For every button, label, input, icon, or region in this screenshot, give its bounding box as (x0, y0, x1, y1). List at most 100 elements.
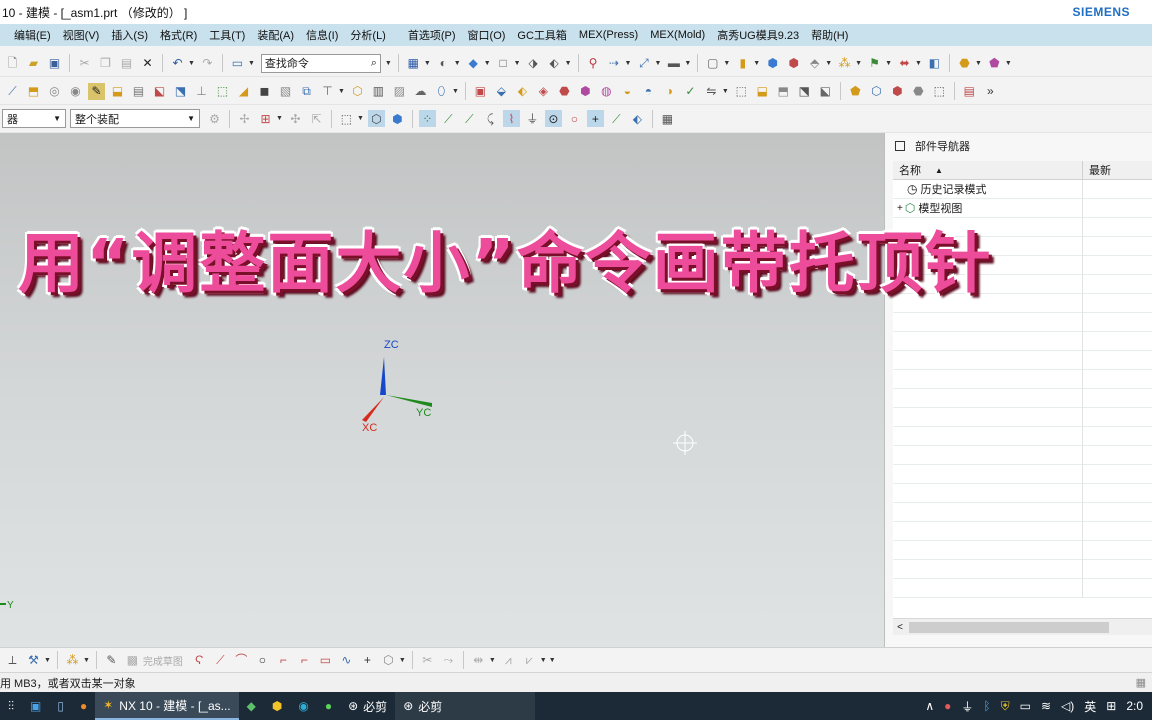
move-icon[interactable]: ⬌ (896, 55, 913, 72)
taskbar-browser-icon[interactable]: ◆ (239, 692, 264, 720)
menu-insert[interactable]: 插入(S) (105, 27, 154, 43)
snap-settings-icon[interactable]: ▦ (659, 110, 676, 127)
chevron-down-icon[interactable]: ▼ (825, 60, 832, 67)
window-icon[interactable]: ▭ (229, 55, 246, 72)
menu-window[interactable]: 窗口(O) (462, 27, 512, 43)
profile-icon[interactable]: Ϛ (191, 652, 208, 669)
grid-icon[interactable]: ▤ (130, 83, 147, 100)
arc-center-icon[interactable]: ⏚ (524, 110, 541, 127)
clock[interactable]: 2:0 (1126, 699, 1143, 713)
chevron-down-icon[interactable]: ▼ (540, 657, 547, 664)
label-icon[interactable]: ⬔ (796, 83, 813, 100)
slot-icon[interactable]: ⬔ (172, 83, 189, 100)
wifi-icon[interactable]: ≋ (1041, 699, 1051, 713)
new-file-icon[interactable]: 🗋 (4, 55, 21, 72)
sketch-task-icon[interactable]: ✎ (103, 652, 120, 669)
taskbar-phone-icon[interactable]: ▯ (49, 692, 72, 720)
constraint-nav-icon[interactable]: ⚒ (25, 652, 42, 669)
chamfer-sketch-icon[interactable]: ⌐ (296, 652, 313, 669)
menu-tools[interactable]: 工具(T) (203, 27, 251, 43)
chevron-down-icon[interactable]: ▼ (723, 60, 730, 67)
sew-icon[interactable]: ☁ (412, 83, 429, 100)
explode-icon[interactable]: ◧ (926, 55, 943, 72)
extrude-icon[interactable]: ⬒ (25, 83, 42, 100)
column-name[interactable]: 名称 ▲ (893, 161, 1083, 179)
view-orient-icon[interactable]: ◆ (465, 55, 482, 72)
mold-base-icon[interactable]: ⬟ (847, 83, 864, 100)
geometric-constraint-icon[interactable]: ⩘ (500, 652, 517, 669)
block-icon[interactable]: ▮ (734, 55, 751, 72)
chevron-down-icon[interactable]: ▼ (625, 60, 632, 67)
snap-filter-icon[interactable]: ⊞ (257, 110, 274, 127)
chamfer-icon[interactable]: ◢ (235, 83, 252, 100)
menu-gc-toolkit[interactable]: GC工具箱 (511, 27, 573, 43)
center-snap-icon[interactable]: ⊙ (544, 110, 562, 127)
component-icon[interactable]: ⁂ (836, 55, 853, 72)
point-sketch-icon[interactable]: + (359, 652, 376, 669)
point-icon[interactable]: ◈ (535, 83, 552, 100)
chevron-down-icon[interactable]: ▼ (975, 60, 982, 67)
measure-icon[interactable]: ⤢ (635, 55, 652, 72)
navigator-hscrollbar[interactable]: < (893, 618, 1152, 635)
sheet-icon[interactable]: ▢ (704, 55, 721, 72)
save-icon[interactable]: ▣ (46, 55, 63, 72)
replace-face-icon[interactable]: ⬢ (577, 83, 594, 100)
arc-icon[interactable]: ⌒ (233, 652, 250, 669)
point-on-curve-icon[interactable]: ⟋ (608, 110, 625, 127)
tray-record-icon[interactable]: ● (944, 699, 951, 713)
chevron-down-icon[interactable]: ▼ (885, 60, 892, 67)
groove-icon[interactable]: ⊥ (193, 83, 210, 100)
datum-axis-icon[interactable]: ⬙ (493, 83, 510, 100)
rectangle-icon[interactable]: ▭ (317, 652, 334, 669)
status-settings-icon[interactable]: ▦ (1136, 676, 1146, 689)
menu-help[interactable]: 帮助(H) (805, 27, 854, 43)
chevron-down-icon[interactable]: ▼ (855, 60, 862, 67)
extend-icon[interactable]: ⤳ (440, 652, 457, 669)
taskbar-nx-app[interactable]: ✶ NX 10 - 建模 - [_as... (95, 692, 239, 720)
solid-icon[interactable]: ⬢ (764, 55, 781, 72)
delete-icon[interactable]: ✕ (139, 55, 156, 72)
chevron-down-icon[interactable]: ▼ (248, 60, 255, 67)
component-filter-icon[interactable]: ⚙ (206, 110, 223, 127)
point-filter-icon[interactable]: ✢ (236, 110, 253, 127)
control-point-icon[interactable]: ⟋ (461, 110, 478, 127)
security-icon[interactable]: ⛨ (1001, 699, 1010, 714)
datum-plane-icon[interactable]: ▣ (472, 83, 489, 100)
paste-face-icon[interactable]: ⬒ (775, 83, 792, 100)
task-view-icon[interactable]: ⫶⫶ (0, 692, 22, 720)
chevron-down-icon[interactable]: ▼ (424, 60, 431, 67)
auto-constraint-icon[interactable]: ⩗ (521, 652, 538, 669)
chevron-down-icon[interactable]: ▼ (753, 60, 760, 67)
pull-face-icon[interactable]: ✓ (682, 83, 699, 100)
endpoint-snap-icon[interactable]: ⁘ (418, 110, 436, 127)
select-filter-icon[interactable]: ⇢ (606, 55, 623, 72)
face-icon[interactable]: ⬣ (556, 83, 573, 100)
undo-icon[interactable]: ↶ (169, 55, 186, 72)
blend-icon[interactable]: ◼ (256, 83, 273, 100)
ruler-icon[interactable]: ▬ (665, 55, 682, 72)
column-latest[interactable]: 最新 (1083, 161, 1111, 179)
redo-icon[interactable]: ↷ (199, 55, 216, 72)
draft-icon[interactable]: ⊤ (319, 83, 336, 100)
delete-face-icon[interactable]: ◑ (661, 83, 678, 100)
menu-information[interactable]: 信息(I) (300, 27, 344, 43)
shaded-icon[interactable]: ⬢ (785, 55, 802, 72)
fillet-icon[interactable]: ⌐ (275, 652, 292, 669)
trim-body-icon[interactable]: ⬡ (349, 83, 366, 100)
menu-preferences[interactable]: 首选项(P) (402, 27, 462, 43)
assembly-nav-icon[interactable]: ⟂ (4, 652, 21, 669)
navigator-checkbox-icon[interactable] (895, 141, 905, 151)
patch-icon[interactable]: ▨ (391, 83, 408, 100)
type-filter-select[interactable]: 器 ▼ (2, 109, 66, 128)
ime-mode-icon[interactable]: ⊞ (1106, 699, 1116, 713)
chevron-down-icon[interactable]: ▼ (549, 657, 556, 664)
wechat-icon[interactable]: ● (317, 692, 340, 720)
mirror-icon[interactable]: ⇋ (703, 83, 720, 100)
volume-icon[interactable]: ◁) (1061, 699, 1074, 713)
trim-icon[interactable]: ✂ (419, 652, 436, 669)
taskbar-bijian-app-1[interactable]: ⊛ 必剪 (340, 692, 395, 720)
split-body-icon[interactable]: ▥ (370, 83, 387, 100)
chevron-down-icon[interactable]: ▼ (1005, 60, 1012, 67)
hole-icon[interactable]: ◉ (67, 83, 84, 100)
pattern-icon[interactable]: ⬚ (733, 83, 750, 100)
